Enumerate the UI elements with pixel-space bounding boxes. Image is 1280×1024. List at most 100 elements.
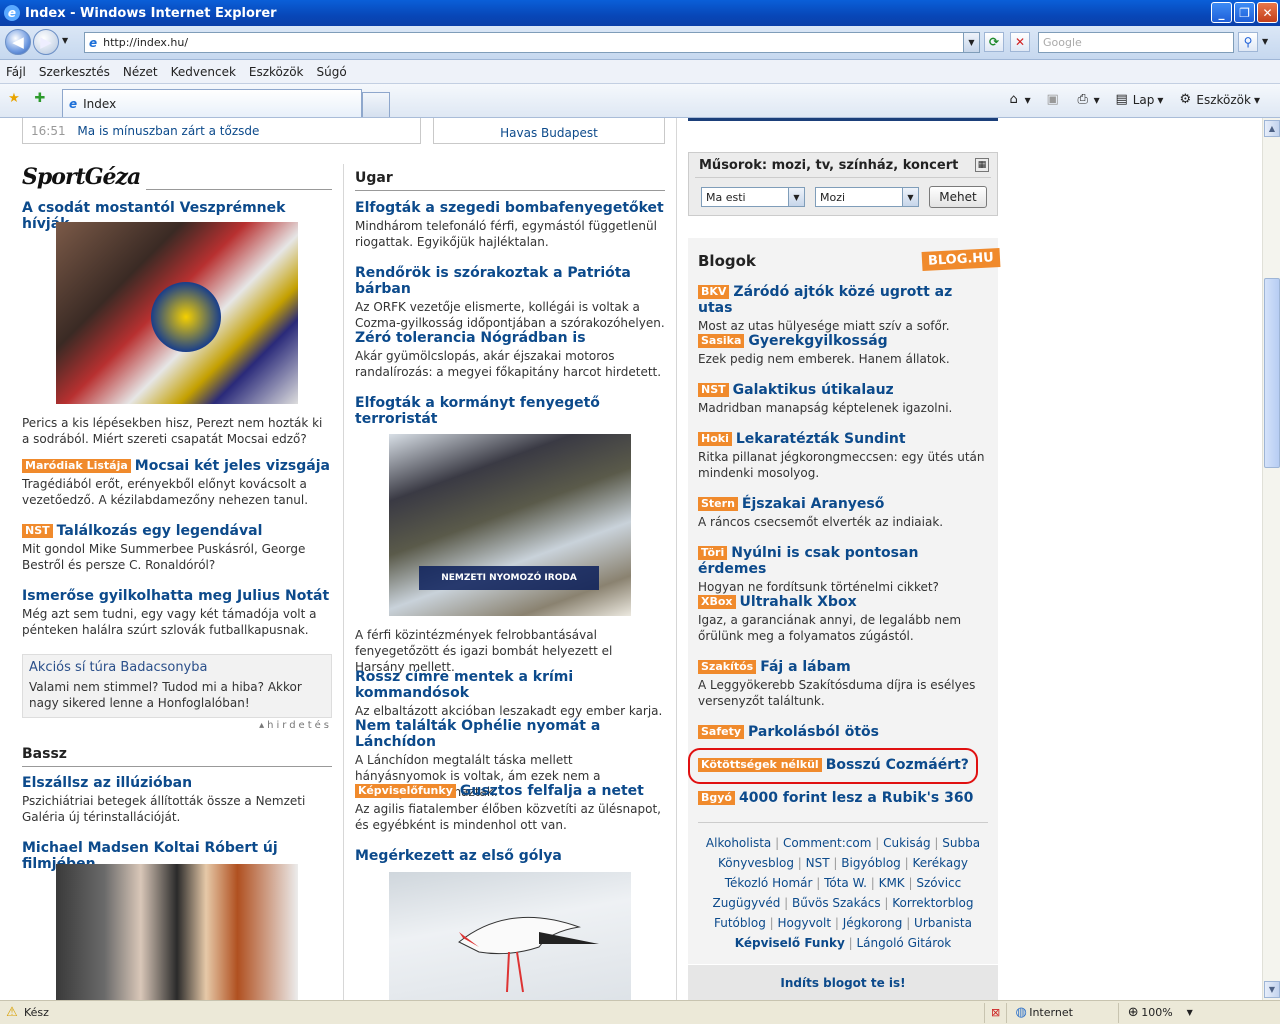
blog-tag[interactable]: Hoki (698, 432, 732, 446)
blog-list-link[interactable]: Alkoholista (706, 836, 771, 850)
article-tag[interactable]: NST (22, 524, 53, 538)
madsen-photo[interactable] (56, 864, 298, 1000)
refresh-button[interactable]: ⟳ (984, 32, 1004, 52)
blog-link[interactable]: Záródó ajtók közé ugrott az utas (698, 284, 952, 316)
blog-tag[interactable]: Szakítós (698, 660, 757, 674)
blog-list-link[interactable]: Subba (942, 836, 980, 850)
category-select[interactable]: Mozi ▼ (815, 187, 919, 207)
blog-tag[interactable]: Sasika (698, 334, 745, 348)
url-dropdown-icon[interactable]: ▼ (963, 33, 979, 52)
article-link[interactable]: Gusztos felfalja a netet (460, 783, 644, 799)
scroll-up-arrow[interactable]: ▲ (1264, 120, 1280, 137)
scroll-thumb[interactable] (1264, 278, 1280, 468)
havas-link[interactable]: Havas Budapest (500, 126, 598, 140)
article-link[interactable]: Mocsai két jeles vizsgája (135, 458, 330, 474)
minimize-button[interactable]: _ (1211, 2, 1232, 23)
police-photo[interactable]: NEMZETI NYOMOZÓ IRODA (389, 434, 631, 616)
page-menu[interactable]: ▤ Lap ▾ (1114, 92, 1164, 108)
favorites-star-icon[interactable]: ★ (6, 91, 22, 107)
blog-list-link[interactable]: Cukiság (883, 836, 931, 850)
blog-list-link[interactable]: Képviselő Funky (735, 936, 845, 950)
blog-tag[interactable]: BKV (698, 285, 730, 299)
menu-help[interactable]: Súgó (317, 65, 347, 79)
article-tag[interactable]: Maródiak Listája (22, 459, 131, 473)
calendar-icon[interactable]: ▦ (975, 158, 989, 172)
blog-hu-logo[interactable]: BLOG.HU (921, 247, 1001, 272)
article-link[interactable]: Elfogták a szegedi bombafenyegetőket (355, 200, 665, 216)
tab-index[interactable]: e Index (62, 89, 362, 117)
blog-tag[interactable]: Safety (698, 725, 745, 739)
search-options-icon[interactable]: ▼ (1262, 37, 1268, 46)
forward-button[interactable]: ▶ (33, 29, 59, 55)
blog-tag[interactable]: Kötöttségek nélkül (698, 758, 822, 772)
search-input[interactable]: Google (1038, 32, 1234, 53)
article-tag[interactable]: Képviselőfunky (355, 784, 456, 798)
blog-tag[interactable]: XBox (698, 595, 736, 609)
menu-edit[interactable]: Szerkesztés (39, 65, 110, 79)
tools-menu[interactable]: ⚙ Eszközök ▾ (1177, 92, 1260, 108)
article-link[interactable]: Megérkezett az első gólya (355, 848, 665, 864)
article-link[interactable]: Rossz címre mentek a krími kommandósok (355, 669, 665, 701)
stop-button[interactable]: ✕ (1010, 32, 1030, 52)
blog-link[interactable]: Éjszakai Aranyeső (742, 496, 884, 512)
feeds-button[interactable]: ▣ (1045, 92, 1061, 108)
zoom-control[interactable]: ⊕ 100% ▼ (1118, 1002, 1199, 1023)
search-icon[interactable]: ⚲ (1238, 32, 1258, 52)
blog-list-link[interactable]: Lángoló Gitárok (856, 936, 951, 950)
blog-tag[interactable]: Töri (698, 546, 728, 560)
blog-link[interactable]: Galaktikus útikalauz (733, 382, 894, 398)
menu-tools[interactable]: Eszközök (249, 65, 304, 79)
blog-link[interactable]: Gyerekgyilkosság (748, 333, 887, 349)
blog-link[interactable]: Fáj a lábam (760, 659, 851, 675)
back-button[interactable]: ◀ (5, 29, 31, 55)
time-select[interactable]: Ma esti ▼ (701, 187, 805, 207)
security-zone[interactable]: ◍ Internet (1006, 1002, 1118, 1023)
top-headline-link[interactable]: Ma is mínuszban zárt a tőzsde (77, 124, 259, 138)
article-link[interactable]: Találkozás egy legendával (57, 523, 263, 539)
article-link[interactable]: Elszállsz az illúzióban (22, 775, 332, 791)
new-tab-button[interactable] (362, 92, 390, 117)
blog-list-link[interactable]: Korrektorblog (892, 896, 973, 910)
blog-list-link[interactable]: Tóta W. (824, 876, 867, 890)
go-button[interactable]: Mehet (929, 186, 987, 208)
blog-list-link[interactable]: Tékozló Homár (725, 876, 813, 890)
blog-link[interactable]: Parkolásból ötös (748, 724, 879, 740)
article-link[interactable]: Zéró tolerancia Nógrádban is (355, 330, 665, 346)
blog-list-link[interactable]: Futóblog (714, 916, 766, 930)
blog-link[interactable]: Nyúlni is csak pontosan érdemes (698, 545, 918, 577)
blog-list-link[interactable]: Kerékagy (912, 856, 968, 870)
url-input[interactable]: e http://index.hu/ ▼ (84, 32, 980, 53)
blog-list-link[interactable]: Könyvesblog (718, 856, 794, 870)
add-favorite-icon[interactable]: ✚ (32, 91, 48, 107)
maximize-button[interactable]: ❐ (1234, 2, 1255, 23)
blog-link[interactable]: 4000 forint lesz a Rubik's 360 (739, 790, 973, 806)
article-link[interactable]: Nem találták Ophélie nyomát a Lánchídon (355, 718, 665, 750)
blog-tag[interactable]: NST (698, 383, 729, 397)
stork-photo[interactable] (389, 872, 631, 1000)
blog-list-link[interactable]: Urbanista (914, 916, 972, 930)
blog-list-link[interactable]: Comment:com (783, 836, 871, 850)
article-link[interactable]: Rendőrök is szórakoztak a Patrióta bárba… (355, 265, 665, 297)
start-blog-link[interactable]: Indíts blogot te is! (780, 976, 905, 990)
close-button[interactable]: ✕ (1257, 2, 1278, 23)
blog-list-link[interactable]: Bűvös Szakács (792, 896, 881, 910)
menu-file[interactable]: Fájl (6, 65, 26, 79)
blog-link[interactable]: Bosszú Cozmáért? (826, 757, 969, 773)
vertical-scrollbar[interactable]: ▲ ▼ (1262, 118, 1280, 1000)
blog-list-link[interactable]: Bigyóblog (841, 856, 901, 870)
history-dropdown-icon[interactable]: ▼ (62, 36, 68, 45)
print-button[interactable]: ⎙ ▾ (1075, 92, 1099, 108)
blog-tag[interactable]: Bgyó (698, 791, 735, 805)
blog-list-link[interactable]: Jégkorong (843, 916, 903, 930)
blog-list-link[interactable]: KMK (879, 876, 905, 890)
menu-view[interactable]: Nézet (123, 65, 158, 79)
blog-list-link[interactable]: NST (806, 856, 830, 870)
scroll-down-arrow[interactable]: ▼ (1264, 981, 1280, 998)
article-link[interactable]: Ismerőse gyilkolhatta meg Julius Notát (22, 588, 332, 604)
handball-photo[interactable] (56, 222, 298, 404)
blog-link[interactable]: Lekaratézták Sundint (736, 431, 906, 447)
ad-title[interactable]: Akciós sí túra Badacsonyba (29, 660, 325, 675)
article-link[interactable]: Elfogták a kormányt fenyegető terroristá… (355, 395, 665, 427)
home-button[interactable]: ⌂ ▾ (1006, 92, 1030, 108)
blog-list-link[interactable]: Hogyvolt (777, 916, 831, 930)
